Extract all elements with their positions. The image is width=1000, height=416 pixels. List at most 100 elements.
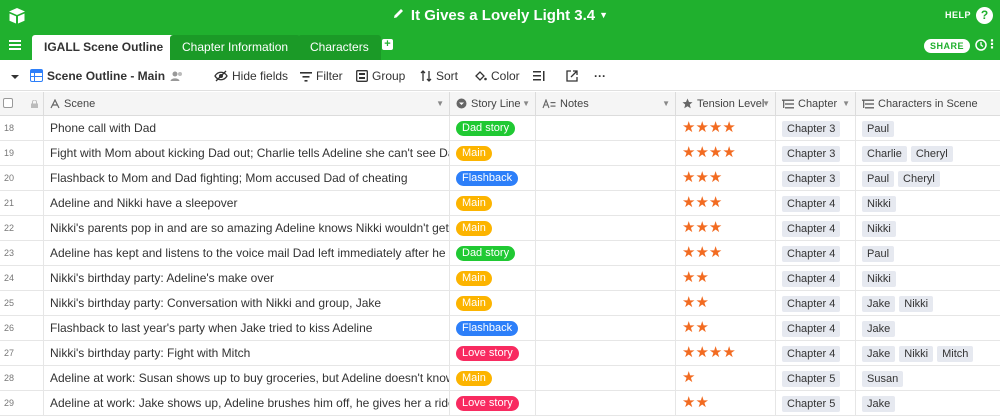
tension-level-cell[interactable]: ★★★	[676, 191, 776, 215]
notes-cell[interactable]	[536, 241, 676, 265]
story-line-cell[interactable]: Love story	[450, 341, 536, 365]
share-view-icon[interactable]	[566, 68, 582, 84]
chapter-cell[interactable]: Chapter 5	[776, 391, 856, 415]
characters-cell[interactable]: Nikki	[856, 266, 1000, 290]
filter-button[interactable]: Filter	[300, 68, 343, 84]
chevron-down-icon[interactable]: ▼	[662, 92, 670, 116]
characters-cell[interactable]: Nikki	[856, 216, 1000, 240]
story-line-cell[interactable]: Main	[450, 141, 536, 165]
notes-cell[interactable]	[536, 366, 676, 390]
view-switcher-chevron-icon[interactable]	[10, 68, 24, 84]
add-table-icon[interactable]: +	[382, 39, 393, 50]
hide-fields-button[interactable]: Hide fields	[214, 68, 288, 84]
help-icon[interactable]: ?	[976, 7, 993, 24]
tension-level-cell[interactable]: ★	[676, 366, 776, 390]
select-all-checkbox[interactable]	[3, 98, 13, 108]
story-line-cell[interactable]: Main	[450, 191, 536, 215]
characters-cell[interactable]: Jake	[856, 391, 1000, 415]
characters-cell[interactable]: Paul Cheryl	[856, 166, 1000, 190]
tension-level-cell[interactable]: ★★	[676, 291, 776, 315]
tab-characters[interactable]: Characters	[298, 35, 381, 60]
scene-cell[interactable]: Nikki's birthday party: Adeline's make o…	[44, 266, 450, 290]
notes-cell[interactable]	[536, 291, 676, 315]
chapter-cell[interactable]: Chapter 4	[776, 341, 856, 365]
tension-level-cell[interactable]: ★★★	[676, 166, 776, 190]
story-line-cell[interactable]: Main	[450, 291, 536, 315]
tension-level-cell[interactable]: ★★	[676, 266, 776, 290]
share-button[interactable]: SHARE	[923, 39, 970, 53]
scene-cell[interactable]: Adeline has kept and listens to the voic…	[44, 241, 450, 265]
notes-cell[interactable]	[536, 191, 676, 215]
scene-cell[interactable]: Flashback to last year's party when Jake…	[44, 316, 450, 340]
characters-cell[interactable]: Nikki	[856, 191, 1000, 215]
story-line-cell[interactable]: Dad story	[450, 116, 536, 140]
table-row[interactable]: 21 Adeline and Nikki have a sleepover Main…	[0, 191, 1000, 216]
sort-button[interactable]: Sort	[420, 68, 458, 84]
table-row[interactable]: 23 Adeline has kept and listens to the vo…	[0, 241, 1000, 266]
notes-cell[interactable]	[536, 216, 676, 240]
chevron-down-icon[interactable]: ▼	[842, 92, 850, 116]
chapter-cell[interactable]: Chapter 3	[776, 141, 856, 165]
color-button[interactable]: Color	[474, 68, 520, 84]
table-row[interactable]: 25 Nikki's birthday party: Conversation w…	[0, 291, 1000, 316]
chapter-cell[interactable]: Chapter 4	[776, 241, 856, 265]
characters-cell[interactable]: Jake Nikki Mitch	[856, 341, 1000, 365]
story-line-cell[interactable]: Main	[450, 366, 536, 390]
chapter-cell[interactable]: Chapter 4	[776, 291, 856, 315]
notes-cell[interactable]	[536, 141, 676, 165]
collaborators-icon[interactable]	[170, 68, 188, 84]
scene-cell[interactable]: Adeline at work: Jake shows up, Adeline …	[44, 391, 450, 415]
story-line-cell[interactable]: Flashback	[450, 316, 536, 340]
column-header-characters[interactable]: Characters in Scene	[856, 92, 1000, 116]
story-line-cell[interactable]: Flashback	[450, 166, 536, 190]
notes-cell[interactable]	[536, 266, 676, 290]
scene-cell[interactable]: Flashback to Mom and Dad fighting; Mom a…	[44, 166, 450, 190]
chevron-down-icon[interactable]: ▼	[436, 92, 444, 116]
row-height-icon[interactable]	[533, 68, 549, 84]
scene-cell[interactable]: Adeline and Nikki have a sleepover	[44, 191, 450, 215]
tension-level-cell[interactable]: ★★★★	[676, 116, 776, 140]
notes-cell[interactable]	[536, 166, 676, 190]
help-label[interactable]: HELP	[945, 10, 971, 20]
scene-cell[interactable]: Adeline at work: Susan shows up to buy g…	[44, 366, 450, 390]
tension-level-cell[interactable]: ★★★	[676, 216, 776, 240]
notes-cell[interactable]	[536, 341, 676, 365]
table-row[interactable]: 24 Nikki's birthday party: Adeline's make…	[0, 266, 1000, 291]
story-line-cell[interactable]: Dad story	[450, 241, 536, 265]
tension-level-cell[interactable]: ★★★★	[676, 141, 776, 165]
chevron-down-icon[interactable]: ▼	[522, 92, 530, 116]
chapter-cell[interactable]: Chapter 4	[776, 216, 856, 240]
scene-cell[interactable]: Nikki's birthday party: Conversation wit…	[44, 291, 450, 315]
notes-cell[interactable]	[536, 391, 676, 415]
characters-cell[interactable]: Susan	[856, 366, 1000, 390]
select-all-header[interactable]	[0, 92, 44, 116]
characters-cell[interactable]: Paul	[856, 116, 1000, 140]
characters-cell[interactable]: Jake Nikki	[856, 291, 1000, 315]
table-row[interactable]: 26 Flashback to last year's party when Ja…	[0, 316, 1000, 341]
notes-cell[interactable]	[536, 116, 676, 140]
table-row[interactable]: 28 Adeline at work: Susan shows up to buy…	[0, 366, 1000, 391]
chevron-down-icon[interactable]: ▼	[762, 92, 770, 116]
tab-chapter-information[interactable]: Chapter Information	[170, 35, 301, 60]
story-line-cell[interactable]: Main	[450, 216, 536, 240]
view-name-button[interactable]: Scene Outline - Main	[30, 68, 165, 84]
table-row[interactable]: 22 Nikki's parents pop in and are so amaz…	[0, 216, 1000, 241]
chapter-cell[interactable]: Chapter 4	[776, 191, 856, 215]
chapter-cell[interactable]: Chapter 5	[776, 366, 856, 390]
table-row[interactable]: 18 Phone call with Dad Dad story ★★★★ Chapte…	[0, 116, 1000, 141]
scene-cell[interactable]: Phone call with Dad	[44, 116, 450, 140]
column-header-scene[interactable]: Scene ▼	[44, 92, 450, 116]
column-header-story-line[interactable]: Story Line ▼	[450, 92, 536, 116]
tension-level-cell[interactable]: ★★	[676, 391, 776, 415]
table-row[interactable]: 27 Nikki's birthday party: Fight with Mit…	[0, 341, 1000, 366]
table-row[interactable]: 20 Flashback to Mom and Dad fighting; Mom…	[0, 166, 1000, 191]
scene-cell[interactable]: Fight with Mom about kicking Dad out; Ch…	[44, 141, 450, 165]
table-row[interactable]: 19 Fight with Mom about kicking Dad out; …	[0, 141, 1000, 166]
tension-level-cell[interactable]: ★★★	[676, 241, 776, 265]
notes-cell[interactable]	[536, 316, 676, 340]
hamburger-menu-icon[interactable]	[9, 39, 21, 51]
chapter-cell[interactable]: Chapter 4	[776, 266, 856, 290]
chapter-cell[interactable]: Chapter 4	[776, 316, 856, 340]
more-options-icon[interactable]: ⋮	[986, 38, 998, 50]
column-header-chapter[interactable]: Chapter ▼	[776, 92, 856, 116]
